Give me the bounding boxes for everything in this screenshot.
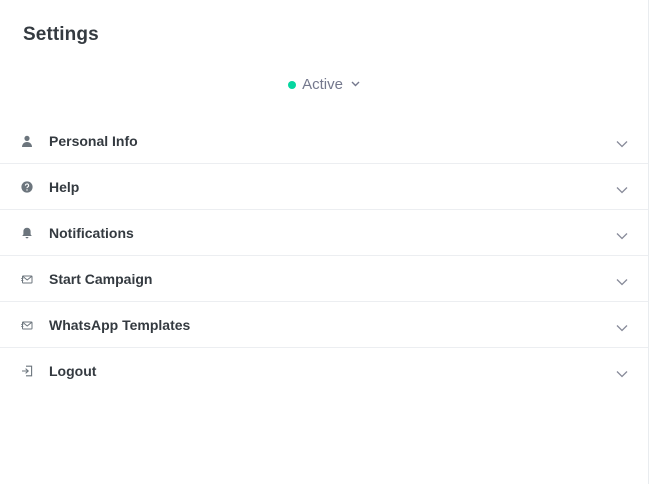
status-dropdown[interactable]: Active (0, 76, 648, 93)
mail-send-icon (20, 272, 34, 286)
chevron-down-icon (616, 135, 628, 147)
menu-item-label: Personal Info (49, 132, 138, 149)
menu-item-label: Start Campaign (49, 270, 153, 287)
chevron-down-icon (616, 273, 628, 285)
settings-panel: Settings Active Personal Info Help Notif… (0, 0, 649, 484)
chevron-down-icon (351, 79, 360, 90)
status-label: Active (302, 76, 343, 93)
chevron-down-icon (616, 181, 628, 193)
menu-item-notifications[interactable]: Notifications (0, 210, 648, 256)
bell-icon (20, 226, 34, 240)
menu-item-start-campaign[interactable]: Start Campaign (0, 256, 648, 302)
menu-item-label: WhatsApp Templates (49, 316, 191, 333)
menu-item-label: Help (49, 178, 80, 195)
chevron-down-icon (616, 319, 628, 331)
menu-item-label: Logout (49, 363, 97, 379)
user-icon (20, 134, 34, 148)
menu-item-label: Notifications (49, 224, 134, 241)
status-indicator-dot (288, 80, 297, 89)
menu-item-help[interactable]: Help (0, 164, 648, 210)
settings-menu: Personal Info Help Notifications Start C… (0, 118, 648, 394)
menu-item-whatsapp-templates[interactable]: WhatsApp Templates (0, 302, 648, 348)
chevron-down-icon (616, 227, 628, 239)
chevron-down-icon (616, 365, 628, 378)
help-circle-icon (20, 180, 34, 194)
menu-item-logout[interactable]: Logout (0, 348, 648, 394)
page-title: Settings (23, 24, 99, 45)
logout-icon (20, 364, 34, 378)
menu-item-personal-info[interactable]: Personal Info (0, 118, 648, 164)
mail-send-icon (20, 318, 34, 332)
